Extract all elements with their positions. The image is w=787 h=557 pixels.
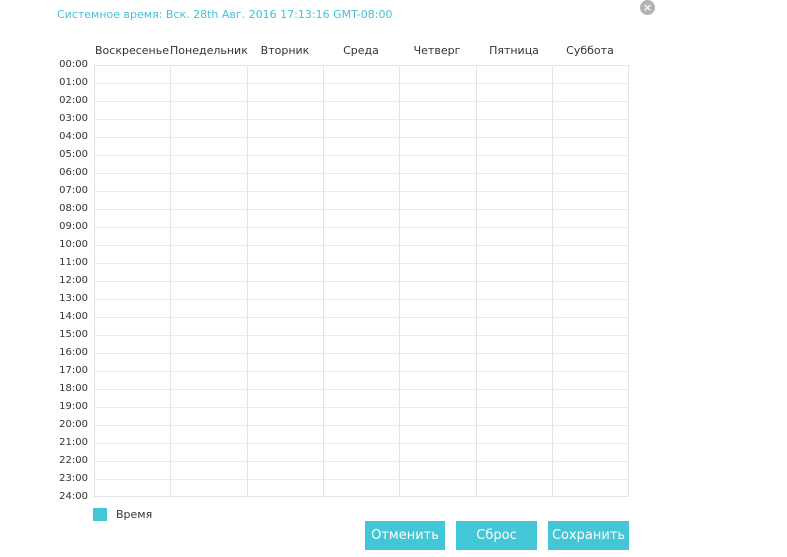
hour-label: 09:00 (59, 221, 88, 232)
grid-row-divider (95, 479, 628, 480)
grid-row-divider (95, 335, 628, 336)
hour-label: 24:00 (59, 491, 88, 502)
grid-row-divider (95, 353, 628, 354)
hour-label: 06:00 (59, 167, 88, 178)
hour-label: 10:00 (59, 239, 88, 250)
day-header-wednesday: Среда (343, 44, 379, 57)
grid-row-divider (95, 461, 628, 462)
hour-label: 05:00 (59, 149, 88, 160)
hour-label: 15:00 (59, 329, 88, 340)
grid-row-divider (95, 227, 628, 228)
grid-row-divider (95, 173, 628, 174)
grid-row-divider (95, 425, 628, 426)
hour-label: 07:00 (59, 185, 88, 196)
hour-label: 13:00 (59, 293, 88, 304)
grid-row-divider (95, 245, 628, 246)
save-button[interactable]: Сохранить (548, 521, 629, 550)
grid-row-divider (95, 317, 628, 318)
grid-row-divider (95, 101, 628, 102)
grid-row-divider (95, 443, 628, 444)
grid-row-divider (95, 155, 628, 156)
hour-label: 16:00 (59, 347, 88, 358)
legend-label: Время (116, 508, 153, 521)
cancel-button[interactable]: Отменить (365, 521, 445, 550)
day-header-thursday: Четверг (413, 44, 461, 57)
day-header-sunday: Воскресенье (95, 44, 169, 57)
hour-label: 12:00 (59, 275, 88, 286)
reset-button[interactable]: Сброс (456, 521, 537, 550)
hour-label: 08:00 (59, 203, 88, 214)
hour-label: 11:00 (59, 257, 88, 268)
grid-row-divider (95, 209, 628, 210)
grid-row-divider (95, 83, 628, 84)
hour-label: 14:00 (59, 311, 88, 322)
hour-label: 21:00 (59, 437, 88, 448)
grid-row-divider (95, 371, 628, 372)
hour-label: 18:00 (59, 383, 88, 394)
day-header-monday: Понедельник (170, 44, 248, 57)
hour-label: 17:00 (59, 365, 88, 376)
grid-row-divider (95, 119, 628, 120)
day-header-tuesday: Вторник (260, 44, 310, 57)
hour-label: 22:00 (59, 455, 88, 466)
hour-label: 01:00 (59, 77, 88, 88)
hour-label: 03:00 (59, 113, 88, 124)
grid-row-divider (95, 263, 628, 264)
grid-row-divider (95, 137, 628, 138)
day-header-saturday: Суббота (566, 44, 614, 57)
close-icon: × (642, 1, 653, 14)
system-time: Системное время: Вск. 28th Авг. 2016 17:… (57, 8, 393, 21)
hour-label: 23:00 (59, 473, 88, 484)
schedule-grid[interactable] (94, 65, 629, 497)
grid-row-divider (95, 389, 628, 390)
hour-label: 04:00 (59, 131, 88, 142)
grid-row-divider (95, 299, 628, 300)
grid-row-divider (95, 407, 628, 408)
grid-row-divider (95, 281, 628, 282)
close-button[interactable]: × (640, 0, 655, 15)
hour-label: 02:00 (59, 95, 88, 106)
legend-swatch (93, 508, 107, 521)
hour-label: 19:00 (59, 401, 88, 412)
day-header-friday: Пятница (489, 44, 539, 57)
grid-row-divider (95, 191, 628, 192)
hour-label: 00:00 (59, 59, 88, 70)
hour-label: 20:00 (59, 419, 88, 430)
